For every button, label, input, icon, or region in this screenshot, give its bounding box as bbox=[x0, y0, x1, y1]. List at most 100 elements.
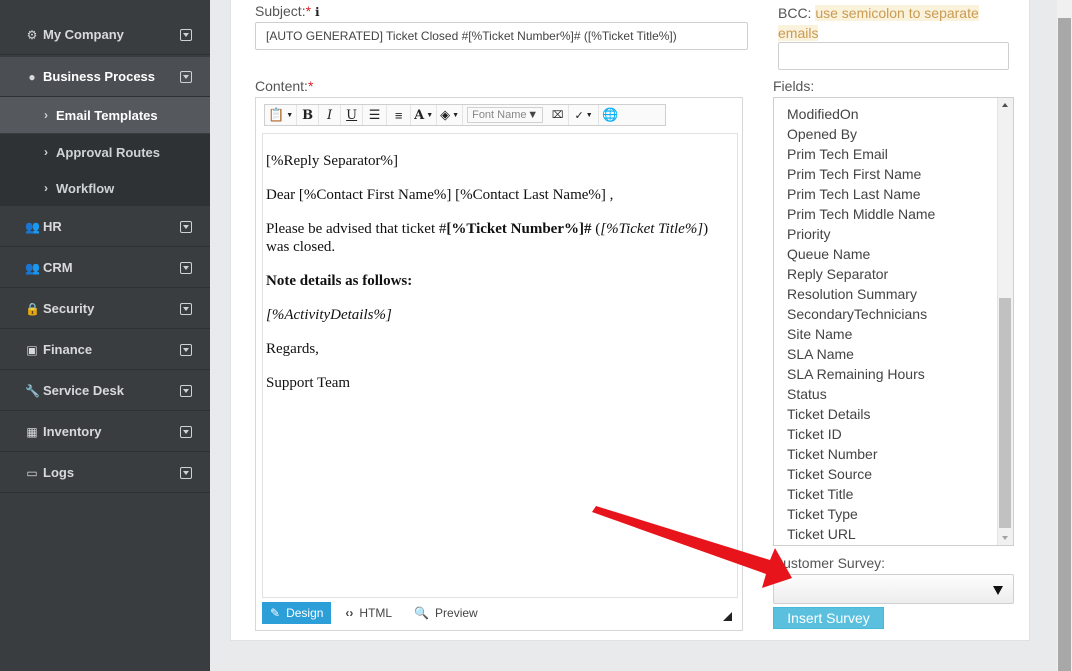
field-list: ModifiedOn Opened By Prim Tech Email Prim T… bbox=[787, 104, 935, 544]
field-option[interactable]: Reply Separator bbox=[787, 264, 935, 284]
html-mode-tab[interactable]: ‹› HTML bbox=[337, 602, 400, 624]
sidebar-item-hr[interactable]: 👥 HR bbox=[0, 207, 210, 247]
chevron-down-icon: ▼ bbox=[585, 111, 593, 119]
customer-survey-select[interactable] bbox=[773, 574, 1014, 604]
field-option[interactable]: Prim Tech Email bbox=[787, 144, 935, 164]
spellcheck-button[interactable]: ✓ ▼ bbox=[569, 105, 600, 125]
field-option[interactable]: Ticket Number bbox=[787, 444, 935, 464]
bold-button[interactable]: B bbox=[297, 105, 320, 125]
sidebar-subitem-email-templates[interactable]: › Email Templates bbox=[0, 97, 210, 133]
subject-input[interactable]: [AUTO GENERATED] Ticket Closed #[%Ticket… bbox=[255, 22, 748, 50]
background-color-button[interactable]: ◈ ▼ bbox=[437, 105, 464, 125]
field-option[interactable]: SLA Name bbox=[787, 344, 935, 364]
inbox-icon: ▭ bbox=[26, 465, 38, 480]
field-option[interactable]: Opened By bbox=[787, 124, 935, 144]
font-color-icon: A bbox=[414, 107, 425, 123]
users-icon: 👥 bbox=[25, 260, 40, 275]
design-mode-tab[interactable]: ✎ Design bbox=[262, 602, 332, 624]
body-line: [%Reply Separator%] bbox=[266, 153, 399, 169]
lock-icon: 🔒 bbox=[25, 301, 40, 316]
field-option[interactable]: Priority bbox=[787, 224, 935, 244]
font-color-button[interactable]: A ▼ bbox=[411, 105, 438, 125]
content-editor: 📋 ▼ B I U ☰ ≡ A ▼ ◈ ▼ Font Name ▼ ⌧ ✓ ▼ 🌐 bbox=[255, 97, 743, 631]
font-name-select[interactable]: Font Name ▼ bbox=[467, 107, 544, 123]
field-option[interactable]: Ticket Source bbox=[787, 464, 935, 484]
field-option[interactable]: Prim Tech Last Name bbox=[787, 184, 935, 204]
sidebar-subitem-label: Email Templates bbox=[56, 107, 158, 123]
editor-body[interactable]: [%Reply Separator%] Dear [%Contact First… bbox=[262, 133, 738, 598]
chevron-down-icon bbox=[180, 384, 192, 397]
money-icon: ▣ bbox=[26, 342, 38, 357]
editor-mode-bar: ✎ Design ‹› HTML 🔍 Preview bbox=[262, 601, 738, 625]
underline-button[interactable]: U bbox=[341, 105, 364, 125]
field-option[interactable]: ModifiedOn bbox=[787, 104, 935, 124]
subject-label: Subject:* ℹ bbox=[255, 3, 320, 19]
numbered-list-icon: ≡ bbox=[394, 107, 403, 123]
building-icon: ▦ bbox=[26, 424, 38, 439]
chevron-down-icon: ▼ bbox=[452, 111, 460, 119]
bcc-input[interactable] bbox=[778, 42, 1009, 70]
chevron-down-icon bbox=[180, 220, 192, 233]
resize-grip-icon[interactable] bbox=[723, 612, 732, 621]
chevron-right-icon: › bbox=[44, 108, 48, 122]
sidebar-item-label: Inventory bbox=[43, 424, 102, 439]
field-option[interactable]: Prim Tech First Name bbox=[787, 164, 935, 184]
clipboard-icon: 📋 bbox=[268, 107, 285, 122]
sidebar-item-finance[interactable]: ▣ Finance bbox=[0, 330, 210, 370]
sidebar-item-my-company[interactable]: ⚙ My Company bbox=[0, 15, 210, 55]
field-option[interactable]: Ticket Type bbox=[787, 504, 935, 524]
sidebar-subitem-workflow[interactable]: › Workflow bbox=[0, 170, 210, 206]
sidebar-item-security[interactable]: 🔒 Security bbox=[0, 289, 210, 329]
sidebar-subitem-label: Approval Routes bbox=[56, 144, 161, 160]
page-scroll-thumb[interactable] bbox=[1058, 18, 1071, 671]
field-option[interactable]: Ticket Title bbox=[787, 484, 935, 504]
sidebar-item-label: Finance bbox=[43, 342, 93, 357]
field-option[interactable]: Status bbox=[787, 384, 935, 404]
required-mark: * bbox=[305, 3, 312, 19]
field-option[interactable]: SLA Remaining Hours bbox=[787, 364, 935, 384]
field-option[interactable]: Prim Tech Middle Name bbox=[787, 204, 935, 224]
info-icon[interactable]: ℹ bbox=[315, 5, 320, 19]
scroll-thumb[interactable] bbox=[999, 298, 1011, 528]
scroll-down-icon[interactable] bbox=[1002, 536, 1008, 540]
link-globe-icon: 🌐 bbox=[602, 107, 619, 122]
sidebar-item-service-desk[interactable]: 🔧 Service Desk bbox=[0, 371, 210, 411]
clear-format-button[interactable]: ⌧ bbox=[547, 105, 570, 125]
field-option[interactable]: Ticket Details bbox=[787, 404, 935, 424]
chevron-down-icon: ▼ bbox=[527, 109, 539, 121]
sidebar-item-business-process[interactable]: ● Business Process bbox=[0, 57, 210, 97]
sidebar-item-label: Business Process bbox=[43, 69, 156, 84]
sidebar-subitem-approval-routes[interactable]: › Approval Routes bbox=[0, 134, 210, 170]
sidebar-item-crm[interactable]: 👥 CRM bbox=[0, 248, 210, 288]
field-option[interactable]: Ticket ID bbox=[787, 424, 935, 444]
code-icon: ‹› bbox=[345, 606, 354, 620]
field-option[interactable]: Site Name bbox=[787, 324, 935, 344]
field-option[interactable]: Resolution Summary bbox=[787, 284, 935, 304]
bcc-label: BCC: use semicolon to separate emails bbox=[778, 5, 979, 41]
fields-scrollbar[interactable] bbox=[997, 98, 1013, 545]
page-scrollbar[interactable] bbox=[1057, 0, 1072, 671]
bullet-list-icon: ☰ bbox=[368, 107, 381, 122]
scroll-up-icon[interactable] bbox=[1002, 103, 1008, 107]
fields-listbox[interactable]: ModifiedOn Opened By Prim Tech Email Prim T… bbox=[773, 97, 1014, 546]
italic-button[interactable]: I bbox=[319, 105, 342, 125]
field-option[interactable]: Ticket URL bbox=[787, 524, 935, 544]
field-option[interactable]: Queue Name bbox=[787, 244, 935, 264]
field-option[interactable]: SecondaryTechnicians bbox=[787, 304, 935, 324]
paste-button[interactable]: 📋 ▼ bbox=[265, 105, 298, 125]
insert-survey-button[interactable]: Insert Survey bbox=[773, 607, 884, 629]
required-mark: * bbox=[307, 78, 314, 94]
sidebar-item-inventory[interactable]: ▦ Inventory bbox=[0, 412, 210, 452]
body-line: Regards, bbox=[266, 341, 319, 357]
bullet-list-button[interactable]: ☰ bbox=[363, 105, 388, 125]
chevron-down-icon: ▼ bbox=[426, 111, 434, 119]
chevron-down-icon: ▼ bbox=[286, 111, 294, 119]
preview-mode-tab[interactable]: 🔍 Preview bbox=[406, 602, 486, 624]
sidebar-item-label: Logs bbox=[43, 465, 75, 480]
insert-link-button[interactable]: 🌐 bbox=[599, 105, 621, 125]
sidebar-item-logs[interactable]: ▭ Logs bbox=[0, 453, 210, 493]
numbered-list-button[interactable]: ≡ bbox=[387, 105, 412, 125]
chevron-right-icon: › bbox=[44, 145, 48, 159]
paint-bucket-icon: ◈ bbox=[440, 107, 451, 122]
body-line: Note details as follows: bbox=[266, 273, 413, 289]
